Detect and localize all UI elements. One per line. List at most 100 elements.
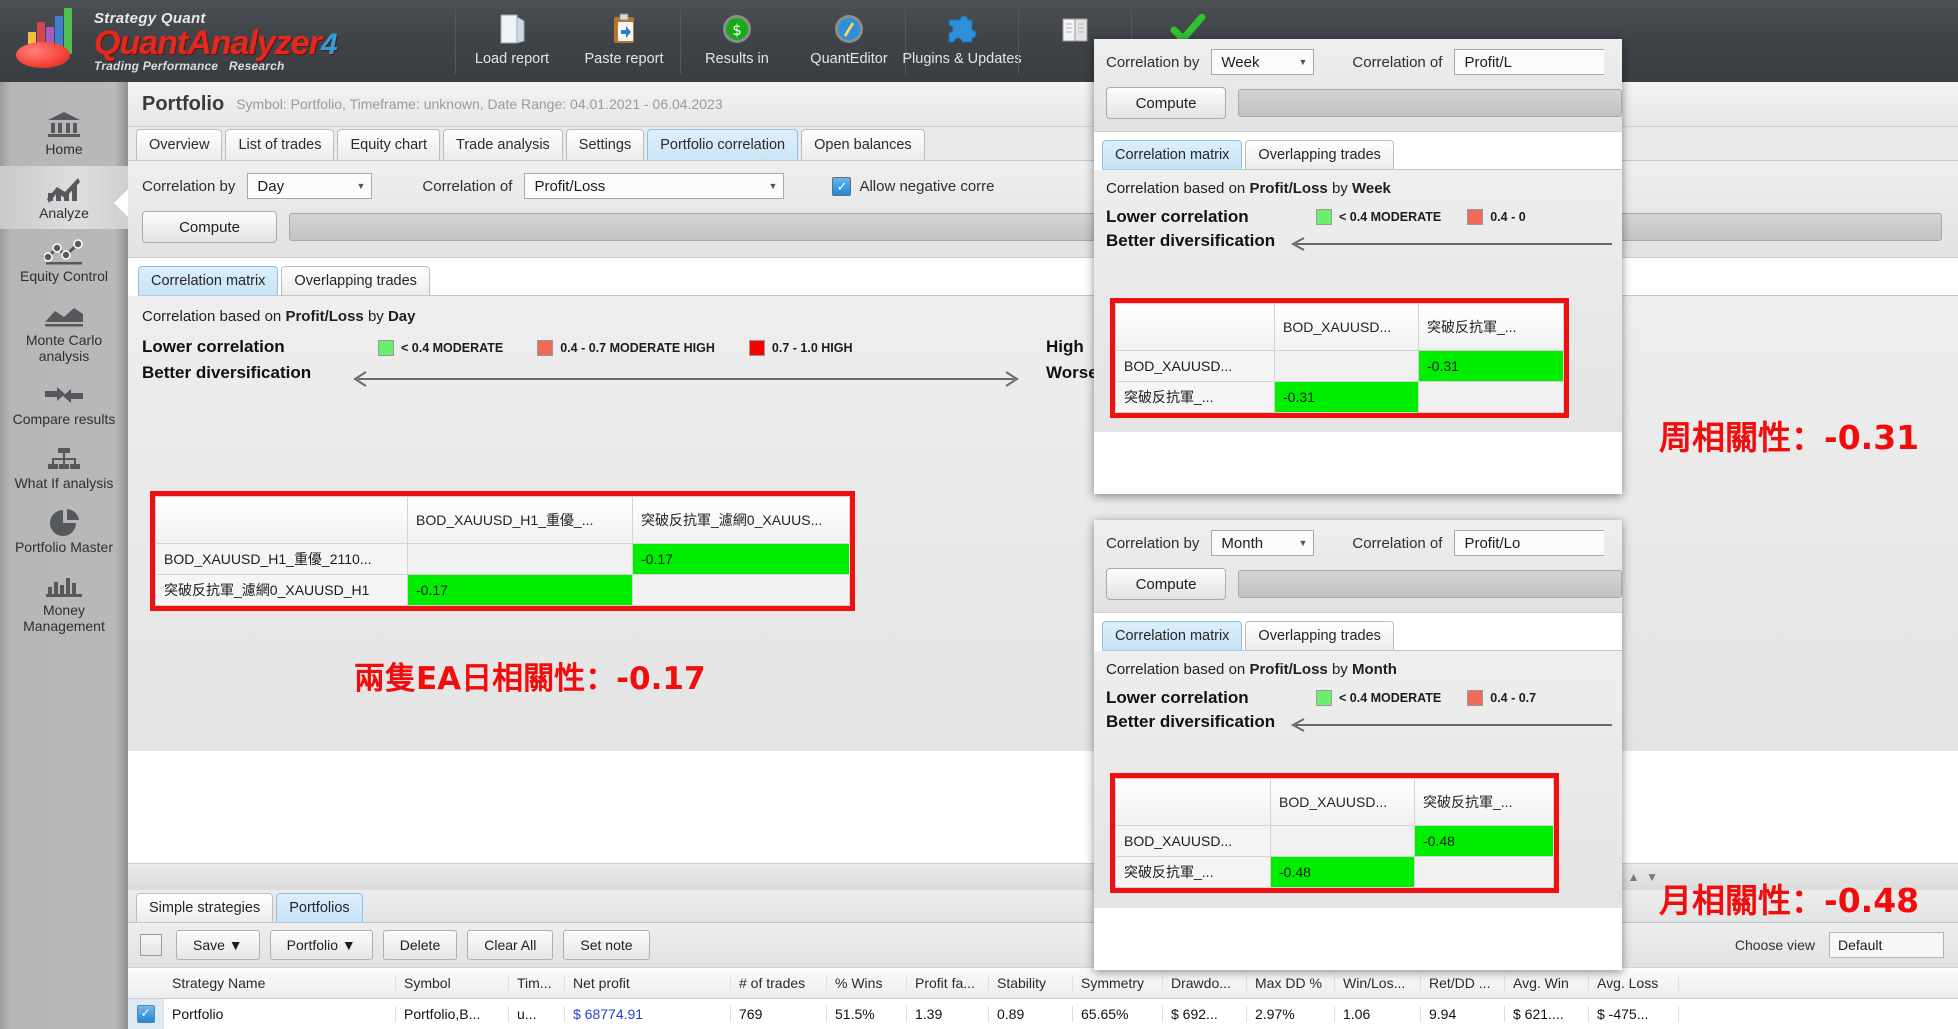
choose-view-select[interactable]: Default [1829,932,1944,958]
month-correlation-by-select[interactable]: Month ▼ [1211,530,1315,556]
grid-header-ret-dd[interactable]: Ret/DD ... [1421,975,1505,991]
grid-header-symmetry[interactable]: Symmetry [1073,975,1163,991]
sidebar-item-money-management[interactable]: Money Management [0,563,128,642]
allow-negative-checkbox[interactable]: ✓ [832,176,852,196]
toolbar-paste-report[interactable]: Paste report [568,0,680,82]
week-correlation-of-label: Correlation of [1352,53,1443,71]
bottom-tab-simple-strategies[interactable]: Simple strategies [136,893,274,922]
page-title: Portfolio [142,92,225,115]
toolbar-quanteditor[interactable]: QuantEditor [793,0,905,82]
table-row: 突破反抗軍_... -0.31 [1115,381,1564,413]
day-matrix-col-1: BOD_XAUUSD_H1_重優_... [407,496,633,544]
month-subtab-correlation-matrix[interactable]: Correlation matrix [1102,621,1243,650]
day-subtab-correlation-matrix[interactable]: Correlation matrix [138,266,279,295]
week-legend-arrow-icon [1282,237,1612,251]
tab-list-of-trades[interactable]: List of trades [225,129,335,160]
month-legend-item-moderate: < 0.4 MODERATE [1316,690,1441,706]
week-correlation-by-select[interactable]: Week ▼ [1211,49,1315,75]
grid-header-avg-win[interactable]: Avg. Win [1505,975,1589,991]
grid-header-max-dd-pct[interactable]: Max DD % [1247,975,1335,991]
set-note-button[interactable]: Set note [563,930,650,960]
week-correlation-by-value: Week [1221,53,1260,71]
delete-button[interactable]: Delete [382,930,458,960]
row-win-loss: 1.06 [1335,1006,1421,1022]
tab-overview[interactable]: Overview [136,129,223,160]
compass-icon [832,9,866,49]
toolbar-plugins-updates[interactable]: Plugins & Updates [902,0,1022,82]
week-legend-item-moderate-high: 0.4 - 0 [1467,209,1526,225]
grid-header-avg-loss[interactable]: Avg. Loss [1589,975,1679,991]
month-basis-mid: by [1327,661,1352,678]
grid-header-profit-factor[interactable]: Profit fa... [907,975,989,991]
tab-open-balances[interactable]: Open balances [801,129,925,160]
tab-equity-chart[interactable]: Equity chart [337,129,441,160]
sidebar-item-home[interactable]: Home [0,82,128,166]
day-legend-lower: Lower correlation [142,337,285,356]
table-header-row: BOD_XAUUSD... 突破反抗軍_... [1115,303,1564,351]
tree-icon [2,442,126,476]
grid-header-symbol[interactable]: Symbol [396,975,509,991]
bottom-tab-portfolios[interactable]: Portfolios [276,893,363,922]
portfolio-button[interactable]: Portfolio ▼ [269,930,373,960]
week-legend-item-moderate: < 0.4 MODERATE [1316,209,1441,225]
week-subtab-overlapping-trades[interactable]: Overlapping trades [1245,140,1394,169]
sidebar-item-analyze[interactable]: Analyze [0,165,129,230]
row-checkbox[interactable]: ✓ [136,1005,155,1023]
day-correlation-by-label: Correlation by [142,177,236,195]
grid-header-net-profit[interactable]: Net profit [565,975,731,991]
day-subtab-overlapping-trades[interactable]: Overlapping trades [281,266,430,295]
row-checkbox-cell[interactable]: ✓ [128,999,164,1029]
toolbar-results-in[interactable]: $ Results in [681,0,793,82]
week-subtab-correlation-matrix-label: Correlation matrix [1115,147,1230,163]
set-note-button-label: Set note [580,937,633,953]
select-all-checkbox[interactable] [140,934,162,956]
tab-settings[interactable]: Settings [565,129,645,160]
sidebar-item-monte-carlo[interactable]: Monte Carlo analysis [0,293,128,372]
grid-header-strategy-name[interactable]: Strategy Name [164,975,396,991]
table-row[interactable]: ✓ Portfolio Portfolio,B... u... $ 68774.… [128,999,1958,1029]
week-basis-prefix: Correlation based on [1106,180,1250,197]
week-matrix-col-0 [1115,303,1275,351]
chevron-down-icon: ▼ [1298,57,1308,67]
sidebar-item-portfolio-master[interactable]: Portfolio Master [0,500,128,564]
day-matrix-cell-1-1 [632,574,850,606]
sidebar-item-what-if[interactable]: What If analysis [0,436,128,500]
day-matrix-col-2: 突破反抗軍_濾網0_XAUUS... [632,496,850,544]
week-correlation-of-select[interactable]: Profit/L [1454,49,1605,75]
grid-header-stability[interactable]: Stability [989,975,1073,991]
month-correlation-overlay: Correlation by Month ▼ Correlation of Pr… [1094,520,1622,970]
week-legend-item-moderate-label: < 0.4 MODERATE [1339,210,1442,224]
tab-settings-label: Settings [578,137,632,153]
toolbar-load-report[interactable]: Load report [456,0,568,82]
tab-trade-analysis[interactable]: Trade analysis [443,129,563,160]
sidebar-item-equity-control[interactable]: Equity Control [0,229,128,293]
save-button[interactable]: Save ▼ [176,930,260,960]
month-correlation-by-label: Correlation by [1106,534,1200,552]
month-correlation-of-select[interactable]: Profit/Lo [1454,530,1605,556]
month-subtab-overlapping-trades[interactable]: Overlapping trades [1245,621,1394,650]
day-compute-button[interactable]: Compute [142,211,277,243]
day-correlation-of-select[interactable]: Profit/Loss ▼ [524,173,785,199]
clear-all-button[interactable]: Clear All [467,930,554,960]
month-basis-text: Correlation based on Profit/Loss by Mont… [1094,651,1622,686]
legend-swatch-moderate-icon [1316,690,1332,706]
sidebar-item-compare-results[interactable]: Compare results [0,372,128,436]
bottom-tab-portfolios-label: Portfolios [289,900,350,916]
tab-portfolio-correlation[interactable]: Portfolio correlation [647,129,799,160]
week-compute-button[interactable]: Compute [1106,87,1226,119]
day-correlation-by-select[interactable]: Day ▼ [247,173,373,199]
table-row: BOD_XAUUSD... -0.48 [1115,825,1554,857]
day-matrix-cell-0-0 [407,543,633,575]
month-compute-button[interactable]: Compute [1106,568,1226,600]
row-trades: 769 [731,1006,827,1022]
grid-header-drawdown[interactable]: Drawdo... [1163,975,1247,991]
grid-header-wins[interactable]: % Wins [827,975,907,991]
day-legend-item-moderate-high: 0.4 - 0.7 MODERATE HIGH [537,340,715,356]
grid-header-trades[interactable]: # of trades [731,975,827,991]
left-sidebar: Home Analyze Equity Control Monte Carlo … [0,82,129,1029]
grid-header-win-loss[interactable]: Win/Los... [1335,975,1421,991]
sidebar-item-monte-carlo-label: Monte Carlo analysis [25,332,103,364]
week-subtab-correlation-matrix[interactable]: Correlation matrix [1102,140,1243,169]
day-matrix-col-0 [155,496,408,544]
grid-header-timeframe[interactable]: Tim... [509,975,565,991]
